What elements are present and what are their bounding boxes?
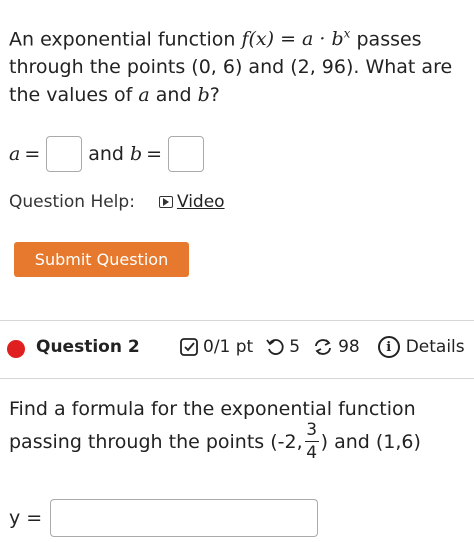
refresh-icon <box>315 339 331 355</box>
fraction: 3 4 <box>304 420 319 463</box>
question-2-prompt-line-1: Find a formula for the exponential funct… <box>9 398 416 420</box>
video-label: Video <box>176 192 225 212</box>
answer-a-equals: = <box>24 143 41 165</box>
question-1-prompt: An exponential function f(x) = a · bx pa… <box>9 20 465 109</box>
answer-b-equals: = <box>146 143 163 165</box>
var-b: b <box>197 84 210 107</box>
details-label: Details <box>405 337 465 357</box>
prompt-line-2-start: passing through the points (-2, <box>9 430 303 453</box>
score-text: 0/1 pt <box>203 337 254 357</box>
question-2-prompt-line-2: passing through the points (-2, 3 4 ) an… <box>9 420 421 463</box>
answer-row: a = and b = <box>9 133 205 175</box>
info-icon: i <box>377 336 400 358</box>
details-button[interactable]: i Details <box>377 336 465 358</box>
question-1-panel: An exponential function f(x) = a · bx pa… <box>0 0 474 321</box>
submit-question-button[interactable]: Submit Question <box>14 242 189 277</box>
fraction-numerator: 3 <box>306 420 318 440</box>
count-item: 98 <box>312 337 360 357</box>
help-label: Question Help: <box>9 192 135 212</box>
retry-icon <box>266 339 284 355</box>
video-link[interactable]: Video <box>158 192 225 212</box>
question-2-title: Question 2 <box>36 337 140 357</box>
fraction-bar <box>304 441 319 442</box>
attempts-text: 5 <box>289 337 301 357</box>
attempts-item: 5 <box>265 337 300 357</box>
prompt-text-1: An exponential function <box>9 28 242 51</box>
answer-a-input[interactable] <box>46 136 83 172</box>
play-icon <box>158 196 173 208</box>
status-dot <box>7 340 25 358</box>
prompt-and: and <box>149 84 198 107</box>
count-text: 98 <box>338 337 360 357</box>
question-2-meta: 0/1 pt 5 98 i Details <box>179 336 465 358</box>
answer-b-input[interactable] <box>168 136 205 172</box>
prompt-end: ? <box>209 84 220 107</box>
question-2-header: Question 2 0/1 pt 5 98 i Details <box>0 321 474 379</box>
answer-a-label: a <box>9 143 21 165</box>
y-input[interactable] <box>50 499 319 537</box>
score-item: 0/1 pt <box>179 337 253 357</box>
y-answer-row: y = <box>9 499 319 537</box>
answer-b-label: b <box>130 143 143 165</box>
question-help: Question Help: Video <box>9 192 225 212</box>
checkbox-icon <box>180 338 198 356</box>
y-label: y = <box>9 507 43 529</box>
function-math: f(x) = a · b <box>241 28 344 51</box>
function-expression: f(x) = a · bx <box>241 27 350 51</box>
answer-and-label: and <box>88 143 124 165</box>
fraction-denominator: 4 <box>306 443 318 463</box>
var-a: a <box>138 84 150 107</box>
prompt-line-2-end: ) and (1,6) <box>320 430 421 453</box>
